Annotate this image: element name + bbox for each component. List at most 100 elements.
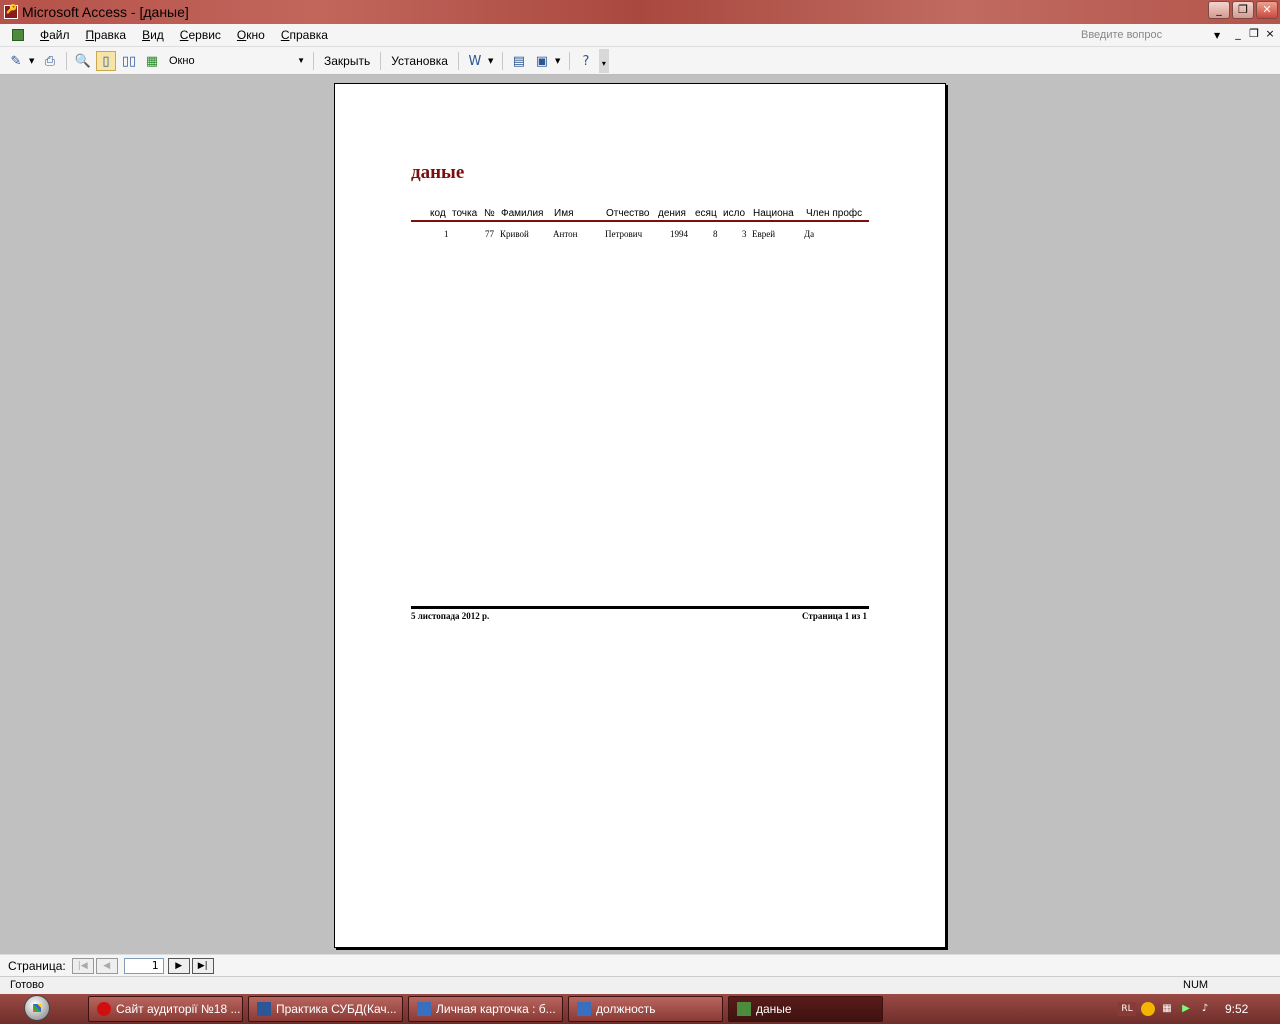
- one-page-icon[interactable]: ▯: [96, 51, 116, 71]
- title-bar: Microsoft Access - [даные] _ ❐ ✕: [0, 0, 1280, 24]
- media-icon[interactable]: ▶: [1179, 1002, 1193, 1016]
- close-button[interactable]: ✕: [1256, 1, 1278, 19]
- form-icon: [577, 1002, 591, 1016]
- document-window-controls: _ ❐ ×: [1232, 27, 1276, 40]
- opera-icon: [97, 1002, 111, 1016]
- page-label: Страница:: [8, 958, 66, 973]
- help-search-input[interactable]: Введите вопрос: [1076, 27, 1226, 44]
- toolbar-separator: [313, 52, 314, 70]
- taskbar-item-label: Сайт аудиторії №18 ...: [116, 1002, 241, 1016]
- cell-patronymic: Петрович: [605, 229, 643, 239]
- database-window-icon[interactable]: ▤: [509, 51, 529, 71]
- page-number-input[interactable]: 1: [123, 957, 164, 974]
- window-controls: _ ❐ ✕: [1208, 1, 1278, 19]
- preview-area[interactable]: даные код точка № Фамилия Имя Отчество д…: [0, 76, 1280, 954]
- two-pages-icon[interactable]: ▯▯: [119, 51, 139, 71]
- clock[interactable]: 9:52: [1225, 1002, 1248, 1016]
- doc-minimize-button[interactable]: _: [1232, 27, 1244, 40]
- cell-kod: 1: [444, 229, 449, 239]
- page-navigation-bar: Страница: |◀ ◀ 1 ▶ ▶|: [0, 954, 1280, 976]
- design-view-icon[interactable]: ✎: [6, 51, 26, 71]
- menu-window[interactable]: Окно: [229, 28, 273, 42]
- help-dropdown-arrow-icon[interactable]: ▼: [1214, 27, 1220, 44]
- doc-restore-button[interactable]: ❐: [1248, 27, 1260, 40]
- zoom-value: Окно: [169, 55, 195, 67]
- footer-date: 5 листопада 2012 р.: [411, 611, 490, 621]
- last-page-button[interactable]: ▶|: [191, 957, 214, 974]
- next-page-button[interactable]: ▶: [167, 957, 190, 974]
- menu-edit[interactable]: Правка: [78, 28, 135, 42]
- office-links-dropdown-arrow-icon[interactable]: ▼: [488, 57, 496, 65]
- help-icon[interactable]: ?: [576, 51, 596, 71]
- language-indicator[interactable]: RL: [1118, 1002, 1136, 1016]
- network-icon[interactable]: ▦: [1160, 1002, 1174, 1016]
- report-title: даные: [411, 162, 465, 183]
- form-icon: [417, 1002, 431, 1016]
- status-bar: Готово NUM: [0, 976, 1280, 994]
- report-icon: [737, 1002, 751, 1016]
- new-object-icon[interactable]: ▣: [532, 51, 552, 71]
- cell-birth-month: 8: [713, 229, 718, 239]
- view-dropdown-arrow-icon[interactable]: ▼: [29, 57, 37, 65]
- header-cell: Член профс: [806, 208, 863, 219]
- zoom-select[interactable]: Окно ▼: [165, 52, 307, 70]
- word-icon: [257, 1002, 271, 1016]
- taskbar-item-label: должность: [596, 1002, 656, 1016]
- multiple-pages-icon[interactable]: ▦: [142, 51, 162, 71]
- toolbar-separator: [66, 52, 67, 70]
- header-cell: код: [430, 208, 446, 219]
- office-links-word-icon[interactable]: W: [465, 51, 485, 71]
- menu-file[interactable]: Файл: [32, 28, 78, 42]
- new-object-dropdown-arrow-icon[interactable]: ▼: [555, 57, 563, 65]
- taskbar-item[interactable]: Сайт аудиторії №18 ...: [88, 996, 243, 1022]
- report-page: даные код точка № Фамилия Имя Отчество д…: [334, 83, 946, 948]
- cell-number: 77: [485, 229, 494, 239]
- cell-name: Антон: [553, 229, 578, 239]
- access-app-icon[interactable]: [4, 5, 18, 19]
- cell-birth-day: 3: [742, 229, 747, 239]
- toolbar-options-icon[interactable]: ▾: [598, 49, 609, 73]
- previous-page-button[interactable]: ◀: [95, 957, 118, 974]
- doc-close-button[interactable]: ×: [1264, 27, 1276, 40]
- taskbar-item-active[interactable]: даные: [728, 996, 883, 1022]
- volume-icon[interactable]: ♪: [1198, 1002, 1212, 1016]
- zoom-magnifier-icon[interactable]: 🔍: [73, 51, 93, 71]
- taskbar-item-label: даные: [756, 1002, 792, 1016]
- zoom-dropdown-arrow-icon: ▼: [297, 56, 305, 65]
- footer-page-number: Страница 1 из 1: [801, 611, 867, 621]
- menu-view[interactable]: Вид: [134, 28, 172, 42]
- cell-birth-year: 1994: [670, 229, 688, 239]
- report-doc-icon[interactable]: [12, 29, 24, 41]
- header-cell: №: [484, 208, 495, 219]
- header-cell: Отчество: [606, 208, 650, 219]
- page-setup-button[interactable]: Установка: [387, 54, 452, 68]
- system-tray: RL ▦ ▶ ♪ 9:52: [1118, 996, 1278, 1022]
- header-cell: есяц: [695, 208, 717, 219]
- taskbar-item-label: Личная карточка : б...: [436, 1002, 556, 1016]
- table-row: 1 77 Кривой Антон Петрович 1994 8 3 Евре…: [411, 229, 869, 243]
- cell-union-member: Да: [804, 229, 815, 239]
- minimize-button[interactable]: _: [1208, 1, 1230, 19]
- restore-button[interactable]: ❐: [1232, 1, 1254, 19]
- header-cell: Национа: [753, 208, 794, 219]
- cell-surname: Кривой: [500, 229, 529, 239]
- taskbar-item[interactable]: Личная карточка : б...: [408, 996, 563, 1022]
- taskbar: Сайт аудиторії №18 ... Практика СУБД(Кач…: [0, 994, 1280, 1024]
- close-preview-button[interactable]: Закрыть: [320, 54, 374, 68]
- footer-divider: [411, 606, 869, 609]
- taskbar-item[interactable]: Практика СУБД(Кач...: [248, 996, 403, 1022]
- taskbar-item[interactable]: должность: [568, 996, 723, 1022]
- header-cell: исло: [723, 208, 746, 219]
- menu-tools[interactable]: Сервис: [172, 28, 229, 42]
- first-page-button[interactable]: |◀: [71, 957, 94, 974]
- window-title: Microsoft Access - [даные]: [22, 4, 189, 20]
- chrome-icon[interactable]: [1141, 1002, 1155, 1016]
- start-button[interactable]: [8, 995, 68, 1023]
- print-icon[interactable]: ⎙: [40, 51, 60, 71]
- toolbar-separator: [380, 52, 382, 70]
- header-cell: Фамилия: [501, 208, 544, 219]
- windows-logo-icon: [24, 995, 50, 1021]
- toolbar-separator: [457, 52, 459, 70]
- taskbar-item-label: Практика СУБД(Кач...: [276, 1002, 397, 1016]
- menu-help[interactable]: Справка: [273, 28, 336, 42]
